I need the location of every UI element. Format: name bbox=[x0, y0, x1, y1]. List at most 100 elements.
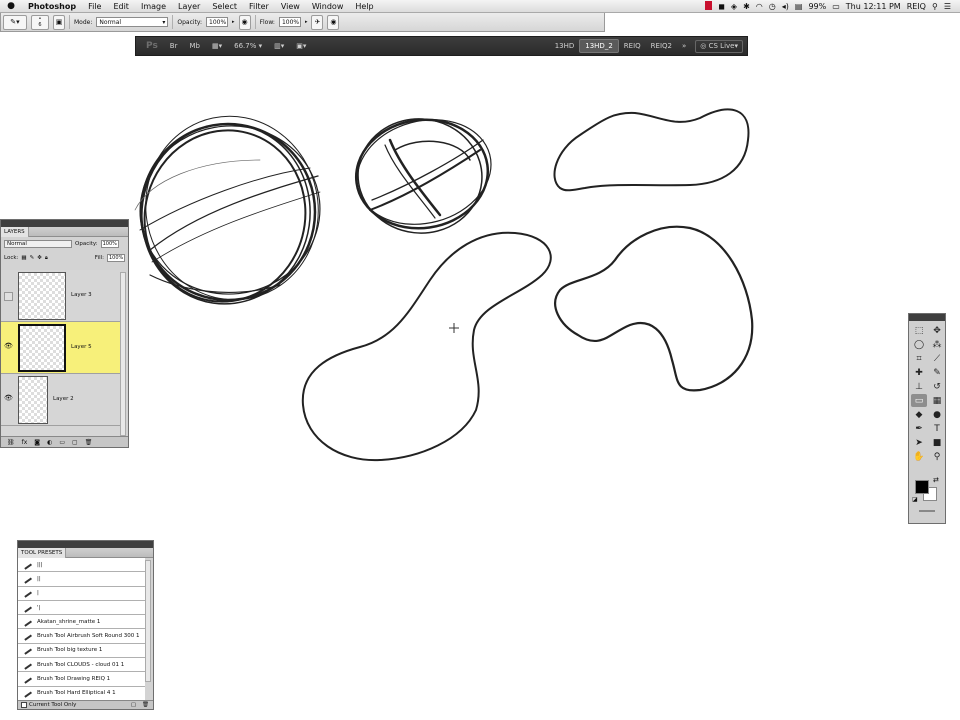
presets-scrollbar[interactable] bbox=[145, 560, 151, 682]
bridge-icon[interactable]: Br bbox=[164, 42, 184, 50]
swap-colors-icon[interactable]: ⇄ bbox=[933, 476, 939, 484]
crop-icon[interactable]: ⌗ bbox=[911, 352, 927, 365]
path-selection-icon[interactable]: ➤ bbox=[911, 436, 927, 449]
layer-mask-icon[interactable]: ◙ bbox=[34, 439, 40, 446]
lock-pixels-icon[interactable]: ✎ bbox=[30, 255, 35, 261]
trash-icon[interactable]: 🗑︎ bbox=[85, 439, 93, 446]
layer-row-layer-5[interactable]: 👁︎ Layer 5 bbox=[1, 322, 121, 374]
menu-select[interactable]: Select bbox=[206, 2, 243, 11]
blend-mode-select[interactable]: Normal bbox=[4, 240, 72, 248]
clock[interactable]: Thu 12:11 PM bbox=[843, 2, 904, 11]
menu-view[interactable]: View bbox=[275, 2, 306, 11]
menu-window[interactable]: Window bbox=[306, 2, 350, 11]
battery-text[interactable]: 99% bbox=[805, 2, 829, 11]
default-colors-icon[interactable]: ◪ bbox=[912, 496, 918, 503]
menu-filter[interactable]: Filter bbox=[243, 2, 275, 11]
visibility-off-icon[interactable] bbox=[4, 292, 13, 301]
shape-icon[interactable]: ■ bbox=[929, 436, 945, 449]
workspace-13hd[interactable]: 13HD bbox=[550, 39, 580, 53]
red-status-icon[interactable] bbox=[702, 0, 715, 12]
quick-mask-icon[interactable] bbox=[919, 510, 935, 512]
adjustment-layer-icon[interactable]: ◐ bbox=[47, 439, 52, 446]
layer-style-icon[interactable]: fx bbox=[22, 439, 28, 446]
panel-header[interactable] bbox=[909, 314, 945, 321]
clone-stamp-icon[interactable]: ⊥ bbox=[911, 380, 927, 393]
foreground-color-swatch[interactable] bbox=[915, 480, 929, 494]
view-extras-icon[interactable]: ▦▾ bbox=[206, 42, 228, 50]
layer-row-layer-2[interactable]: 👁︎ Layer 2 bbox=[1, 374, 121, 426]
preset-item[interactable]: '| bbox=[18, 600, 145, 616]
volume-icon[interactable]: ◂) bbox=[779, 2, 792, 11]
type-icon[interactable]: T bbox=[929, 422, 945, 435]
preset-item[interactable]: || bbox=[18, 572, 145, 587]
dropbox-icon[interactable]: ◈ bbox=[728, 2, 740, 11]
flag-icon[interactable]: ▤ bbox=[792, 2, 806, 11]
brush-icon[interactable]: ✎ bbox=[929, 366, 945, 379]
flow-input[interactable]: 100% bbox=[278, 17, 301, 27]
hand-icon[interactable]: ✋ bbox=[911, 450, 927, 463]
link-layers-icon[interactable]: ⛓ bbox=[7, 439, 15, 446]
spotlight-icon[interactable]: ⚲ bbox=[929, 2, 941, 11]
menu-image[interactable]: Image bbox=[135, 2, 172, 11]
new-preset-icon[interactable]: ▢ bbox=[131, 702, 136, 708]
trash-icon[interactable]: 🗑︎ bbox=[138, 702, 153, 708]
eye-icon[interactable]: 👁︎ bbox=[4, 342, 13, 351]
new-group-icon[interactable]: ▭ bbox=[59, 439, 65, 446]
battery-icon[interactable]: ▭ bbox=[829, 2, 843, 11]
preset-item[interactable]: ||| bbox=[18, 558, 145, 573]
current-tool-only-checkbox[interactable] bbox=[21, 702, 27, 708]
layers-scrollbar[interactable] bbox=[120, 272, 126, 436]
eye-icon[interactable]: 👁︎ bbox=[4, 394, 13, 403]
move-icon[interactable]: ✥ bbox=[929, 324, 945, 337]
bluetooth-icon[interactable]: ✱ bbox=[740, 2, 753, 11]
opacity-slider-icon[interactable]: ▸ bbox=[232, 19, 235, 25]
zoom-level[interactable]: 66.7% ▾ bbox=[228, 42, 268, 50]
workspace-more-button[interactable]: » bbox=[677, 39, 691, 53]
menu-file[interactable]: File bbox=[82, 2, 107, 11]
workspace-reiq2[interactable]: REIQ2 bbox=[646, 39, 677, 53]
app-menu[interactable]: Photoshop bbox=[22, 2, 82, 11]
brush-panel-toggle[interactable]: ▣ bbox=[53, 14, 65, 30]
brush-size-picker[interactable]: • 6 bbox=[31, 14, 49, 30]
menu-edit[interactable]: Edit bbox=[107, 2, 135, 11]
lasso-icon[interactable]: ◯ bbox=[911, 338, 927, 351]
wifi-icon[interactable]: ◠ bbox=[753, 2, 766, 11]
time-machine-icon[interactable]: ◷ bbox=[766, 2, 779, 11]
cs-live-button[interactable]: ◎ CS Live ▾ bbox=[695, 39, 743, 53]
preset-item[interactable]: | bbox=[18, 586, 145, 601]
user-name[interactable]: REIQ bbox=[904, 2, 929, 11]
workspace-13hd-2[interactable]: 13HD_2 bbox=[579, 39, 619, 53]
preset-item[interactable]: Brush Tool Hard Elliptical 4 1 bbox=[18, 686, 145, 701]
dodge-icon[interactable]: ● bbox=[929, 408, 945, 421]
layer-fill-input[interactable]: 100% bbox=[107, 254, 125, 262]
preset-item[interactable]: Brush Tool CLOUDS - cloud 01 1 bbox=[18, 658, 145, 673]
menu-help[interactable]: Help bbox=[349, 2, 379, 11]
zoom-icon[interactable]: ⚲ bbox=[929, 450, 945, 463]
eyedropper-icon[interactable]: ⟋ bbox=[929, 352, 945, 365]
pen-icon[interactable]: ✒ bbox=[911, 422, 927, 435]
shield-icon[interactable]: ◼ bbox=[715, 2, 728, 11]
opacity-input[interactable]: 100% bbox=[206, 17, 229, 27]
marquee-icon[interactable]: ⬚ bbox=[911, 324, 927, 337]
preset-item[interactable]: Akatan_shrine_matte 1 bbox=[18, 615, 145, 630]
preset-item[interactable]: Brush Tool Airbrush Soft Round 300 1 bbox=[18, 629, 145, 644]
screen-mode-icon[interactable]: ▣▾ bbox=[290, 42, 312, 50]
blur-icon[interactable]: ◆ bbox=[911, 408, 927, 421]
arrange-documents-icon[interactable]: ▥▾ bbox=[268, 42, 290, 50]
magic-wand-icon[interactable]: ⁂ bbox=[929, 338, 945, 351]
lock-position-icon[interactable]: ✥ bbox=[37, 255, 42, 261]
menu-layer[interactable]: Layer bbox=[172, 2, 206, 11]
tab-tool-presets[interactable]: TOOL PRESETS bbox=[18, 547, 67, 558]
notification-icon[interactable]: ☰ bbox=[941, 2, 954, 11]
workspace-reiq[interactable]: REIQ bbox=[619, 39, 646, 53]
preset-item[interactable]: Brush Tool big texture 1 bbox=[18, 643, 145, 659]
history-brush-icon[interactable]: ↺ bbox=[929, 380, 945, 393]
gradient-icon[interactable]: ▦ bbox=[929, 394, 945, 407]
airbrush-button[interactable]: ✈ bbox=[311, 14, 324, 30]
flow-slider-icon[interactable]: ▸ bbox=[305, 19, 308, 25]
layer-row-layer-3[interactable]: Layer 3 bbox=[1, 270, 121, 322]
pressure-size-button[interactable]: ◉ bbox=[327, 14, 340, 30]
eraser-icon[interactable]: ▭ bbox=[911, 394, 927, 407]
pressure-opacity-button[interactable]: ◉ bbox=[238, 14, 251, 30]
mode-select[interactable]: Normal ▾ bbox=[96, 17, 169, 27]
